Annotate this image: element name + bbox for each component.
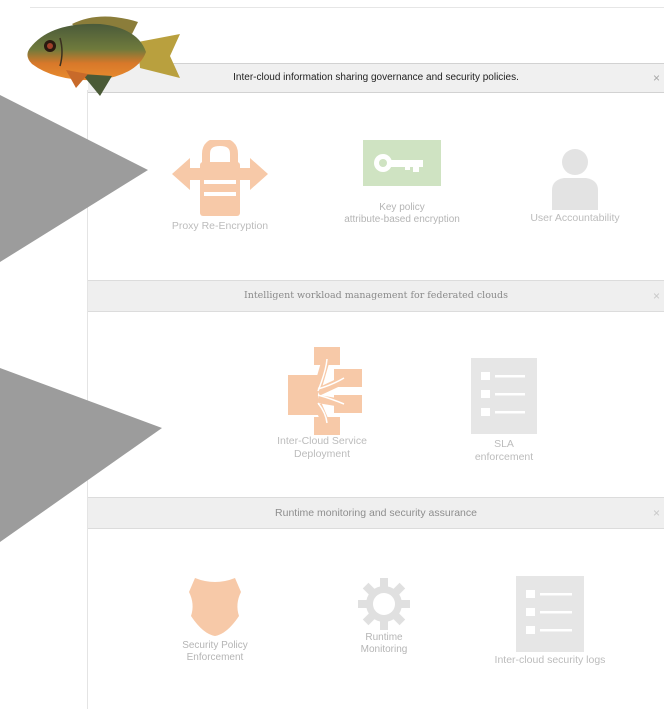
item-inter-cloud-service-deployment[interactable]: Inter-Cloud Service Deployment [262,347,382,461]
close-icon[interactable]: × [653,71,660,85]
network-distribution-icon [288,347,362,435]
item-label: Inter-cloud security logs [494,654,606,666]
user-icon [552,149,598,210]
padlock-arrows-icon [172,140,268,216]
close-icon[interactable]: × [653,289,660,303]
panel-header-runtime[interactable]: Runtime monitoring and security assuranc… [88,497,664,529]
item-label-line1: Inter-Cloud Service [277,435,367,447]
close-icon[interactable]: × [653,506,660,520]
item-label-line2: Enforcement [186,652,244,663]
shield-icon [189,578,241,636]
gear-icon [358,578,410,630]
panel-header-workload[interactable]: Intelligent workload management for fede… [88,280,664,312]
checklist-icon [471,358,537,434]
item-sla-enforcement[interactable]: SLA enforcement [448,358,560,464]
item-user-accountability[interactable]: User Accountability [510,148,640,225]
item-label-line2: Deployment [293,448,351,460]
item-label-line1: Security Policy [182,640,248,651]
item-runtime-monitoring[interactable]: Runtime Monitoring [334,578,434,656]
panel-title-runtime: Runtime monitoring and security assuranc… [275,507,477,519]
key-icon [363,140,441,186]
pointer-arrow-top [0,95,148,262]
item-label-line1: Runtime [365,632,403,643]
panel-title-workload: Intelligent workload management for fede… [243,290,509,301]
fish-logo [27,16,180,96]
item-label-line2: enforcement [474,451,534,463]
item-inter-cloud-security-logs[interactable]: Inter-cloud security logs [470,576,630,667]
item-key-policy-abe[interactable]: Key policy attribute-based encryption [318,140,486,226]
item-security-policy-enforcement[interactable]: Security Policy Enforcement [160,576,270,664]
item-label-line2: attribute-based encryption [344,214,460,225]
item-label: User Accountability [530,212,620,224]
item-label-line2: Monitoring [360,644,408,655]
item-label-line1: Key policy [379,202,425,213]
item-label-line1: SLA [494,438,514,450]
item-proxy-re-encryption[interactable]: Proxy Re-Encryption [160,140,280,233]
list-document-icon [516,576,584,652]
item-label: Proxy Re-Encryption [171,220,269,232]
